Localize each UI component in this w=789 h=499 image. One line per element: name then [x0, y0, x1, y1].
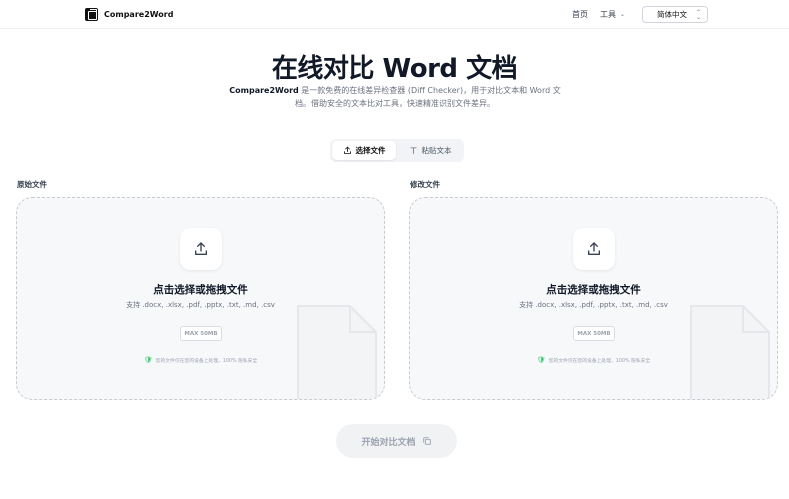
start-compare-button[interactable]: 开始对比文档	[336, 424, 457, 458]
subtitle-brand: Compare2Word	[229, 86, 299, 95]
nav-tools-dropdown[interactable]: 工具 ⌄	[600, 9, 625, 20]
privacy-note: 🛡 您的文件仅在您的设备上处理，100% 隐私安全	[410, 356, 777, 364]
original-file-label: 原始文件	[17, 180, 47, 189]
document-watermark-icon	[690, 305, 770, 399]
page-subtitle: Compare2Word 是一款免费的在线差异检查器 (Diff Checker…	[222, 84, 568, 110]
modified-file-label: 修改文件	[410, 180, 440, 189]
language-label: 简体中文	[657, 10, 687, 19]
nav-tools-label: 工具	[600, 10, 616, 19]
max-size-badge: MAX 50MB	[180, 326, 222, 341]
tab-select-file-label: 选择文件	[355, 146, 386, 155]
tab-paste-text[interactable]: 粘贴文本	[398, 141, 462, 160]
tab-paste-text-label: 粘贴文本	[421, 146, 452, 155]
top-header: Compare2Word 首页 工具 ⌄ 简体中文 ⌃ ⌄	[0, 0, 789, 29]
shield-check-icon: 🛡	[536, 356, 546, 364]
mode-toggle: 选择文件 粘贴文本	[330, 139, 464, 162]
main-nav: 首页 工具 ⌄	[572, 9, 625, 20]
upload-icon	[343, 146, 351, 154]
document-watermark-icon	[297, 305, 377, 399]
dropzone-title: 点击选择或拖拽文件	[153, 284, 248, 296]
brand-name: Compare2Word	[104, 10, 174, 19]
max-size-badge: MAX 50MB	[573, 326, 615, 341]
logo-icon	[85, 8, 98, 21]
nav-home-link[interactable]: 首页	[572, 9, 588, 20]
upload-icon-box	[180, 228, 222, 270]
updown-chevron-icon: ⌃ ⌄	[695, 8, 701, 21]
tab-select-file[interactable]: 选择文件	[332, 141, 396, 160]
dropzone-title: 点击选择或拖拽文件	[546, 284, 641, 296]
language-select[interactable]: 简体中文 ⌃ ⌄	[642, 6, 708, 23]
start-compare-label: 开始对比文档	[361, 437, 416, 448]
subtitle-text: 是一款免费的在线差异检查器 (Diff Checker)，用于对比文本和 Wor…	[295, 86, 561, 108]
supported-formats: 支持 .docx, .xlsx, .pdf, .pptx, .txt, .md,…	[126, 301, 275, 309]
text-icon	[409, 147, 417, 154]
copy-icon	[422, 437, 431, 445]
shield-check-icon: 🛡	[143, 356, 153, 364]
upload-icon	[195, 242, 207, 255]
original-file-dropzone[interactable]: 点击选择或拖拽文件 支持 .docx, .xlsx, .pdf, .pptx, …	[16, 197, 385, 400]
page-title: 在线对比 Word 文档	[271, 54, 518, 84]
supported-formats: 支持 .docx, .xlsx, .pdf, .pptx, .txt, .md,…	[519, 301, 668, 309]
privacy-note: 🛡 您的文件仅在您的设备上处理，100% 隐私安全	[17, 356, 384, 364]
privacy-note-text: 您的文件仅在您的设备上处理，100% 隐私安全	[155, 358, 258, 364]
brand-link[interactable]: Compare2Word	[85, 8, 173, 21]
chevron-down-icon: ⌄	[620, 11, 626, 18]
privacy-note-text: 您的文件仅在您的设备上处理，100% 隐私安全	[548, 358, 651, 364]
upload-icon	[588, 242, 600, 255]
modified-file-dropzone[interactable]: 点击选择或拖拽文件 支持 .docx, .xlsx, .pdf, .pptx, …	[409, 197, 778, 400]
upload-icon-box	[573, 228, 615, 270]
